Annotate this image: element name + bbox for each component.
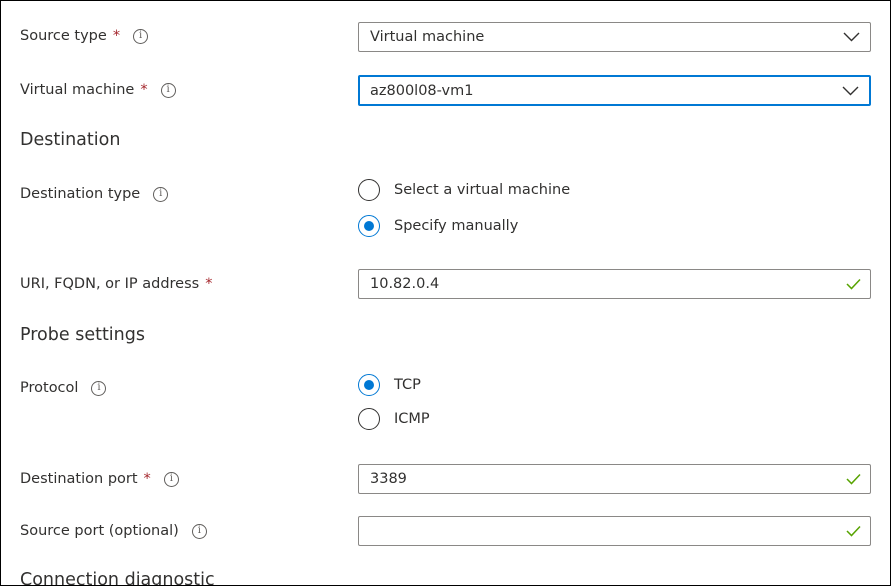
virtual-machine-value: az800l08-vm1 — [370, 82, 474, 99]
info-icon[interactable]: i — [91, 380, 107, 396]
radio-select-virtual-machine[interactable]: Select a virtual machine — [358, 178, 570, 202]
radio-button[interactable] — [358, 408, 380, 430]
source-type-value: Virtual machine — [370, 29, 485, 45]
address-input[interactable]: 10.82.0.4 — [358, 269, 871, 299]
radio-label: Select a virtual machine — [394, 182, 571, 198]
source-port-label: Source port (optional) i — [20, 522, 207, 540]
radio-specify-manually[interactable]: Specify manually — [358, 214, 518, 238]
radio-button[interactable] — [358, 179, 380, 201]
virtual-machine-dropdown[interactable]: az800l08-vm1 — [358, 75, 871, 106]
source-type-label: Source type * i — [20, 27, 149, 45]
chevron-down-icon — [843, 32, 860, 42]
connection-diagnostic-heading: Connection diagnostic — [20, 570, 215, 586]
required-asterisk: * — [143, 471, 151, 487]
required-asterisk: * — [112, 28, 121, 44]
radio-tcp[interactable]: TCP — [358, 373, 421, 397]
radio-button[interactable] — [358, 215, 380, 237]
destination-port-label: Destination port * i — [20, 470, 179, 488]
address-label: URI, FQDN, or IP address * — [20, 276, 213, 292]
info-icon[interactable]: i — [191, 523, 207, 539]
protocol-label: Protocol i — [20, 379, 107, 397]
radio-label: ICMP — [394, 411, 430, 427]
destination-port-input[interactable]: 3389 — [358, 464, 871, 494]
required-asterisk: * — [205, 276, 213, 292]
probe-settings-heading: Probe settings — [20, 325, 145, 345]
chevron-down-icon — [842, 86, 859, 95]
info-icon[interactable]: i — [153, 186, 169, 202]
radio-label: Specify manually — [394, 218, 519, 234]
virtual-machine-label: Virtual machine * i — [20, 81, 176, 99]
radio-label: TCP — [394, 377, 421, 393]
destination-type-label: Destination type i — [20, 185, 169, 203]
info-icon[interactable]: i — [160, 82, 176, 98]
destination-section-heading: Destination — [20, 130, 121, 150]
radio-button[interactable] — [358, 374, 380, 396]
address-value: 10.82.0.4 — [370, 276, 440, 292]
required-asterisk: * — [140, 82, 148, 98]
info-icon[interactable]: i — [133, 28, 149, 44]
checkmark-icon — [846, 525, 861, 537]
info-icon[interactable]: i — [163, 471, 179, 487]
checkmark-icon — [846, 278, 861, 290]
radio-icmp[interactable]: ICMP — [358, 407, 430, 431]
destination-port-value: 3389 — [370, 471, 407, 487]
form-panel: Source type * i Virtual machine Virtual … — [0, 0, 891, 586]
source-type-dropdown[interactable]: Virtual machine — [358, 22, 871, 52]
checkmark-icon — [846, 473, 861, 485]
source-port-input[interactable] — [358, 516, 871, 546]
